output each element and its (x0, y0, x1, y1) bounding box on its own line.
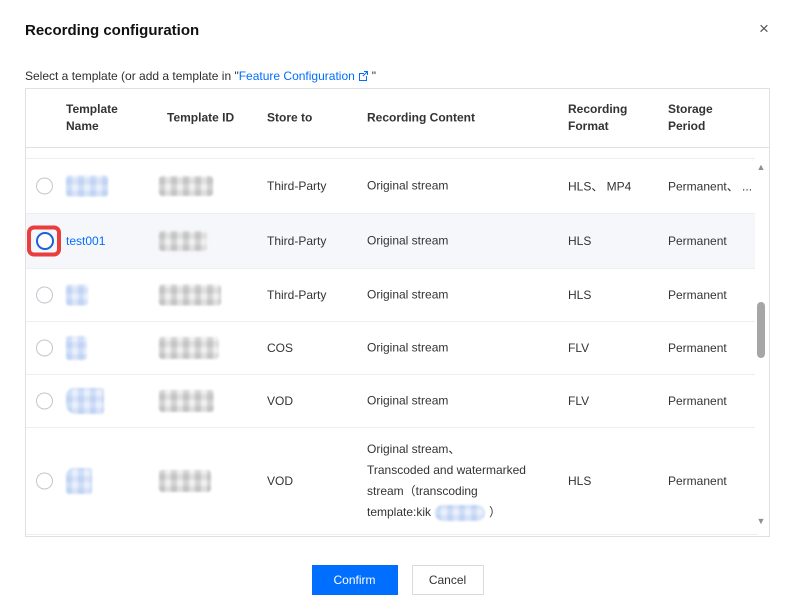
redacted-template-name (66, 388, 104, 414)
intro-text-after: " (372, 69, 376, 83)
cell-storage-period: Permanent、 ... (668, 178, 768, 195)
table-row[interactable]: Third-PartyOriginal streamHLSPermanent (26, 269, 758, 322)
redacted-template-id (159, 337, 219, 359)
redacted-template-id (159, 390, 214, 412)
template-radio[interactable] (36, 232, 54, 250)
cell-storage-period: Permanent (668, 288, 768, 302)
cell-recording-content: Original stream (367, 285, 567, 306)
cell-store-to: Third-Party (267, 234, 326, 248)
table-header-row: Template Name Template ID Store to Recordin… (26, 89, 769, 148)
vertical-scrollbar[interactable]: ▲ ▼ (755, 155, 767, 533)
cell-recording-format: HLS、 MP4 (568, 178, 631, 195)
intro-text-before: Select a template (or add a template in … (25, 69, 239, 83)
column-header-storage-period: Storage Period (668, 101, 730, 135)
redacted-template-name (66, 176, 108, 197)
template-radio[interactable] (36, 178, 53, 195)
external-link-icon[interactable] (358, 70, 369, 84)
cell-store-to: Third-Party (267, 179, 326, 193)
cell-recording-content: Original stream (367, 338, 567, 359)
scroll-down-icon[interactable]: ▼ (755, 515, 767, 527)
cell-storage-period: Permanent (668, 341, 768, 355)
scroll-up-icon[interactable]: ▲ (755, 161, 767, 173)
scrollbar-thumb[interactable] (757, 302, 765, 358)
close-icon[interactable]: × (753, 18, 775, 40)
cell-store-to: VOD (267, 474, 293, 488)
template-table: Template Name Template ID Store to Recordin… (25, 88, 770, 537)
redacted-template-id (159, 231, 207, 251)
cell-recording-content: Original stream (367, 231, 567, 252)
cell-recording-format: HLS (568, 234, 591, 248)
column-header-template-id: Template ID (167, 110, 262, 127)
intro-text: Select a template (or add a template in … (25, 69, 376, 84)
column-header-recording-content: Recording Content (367, 110, 547, 127)
table-row[interactable]: VODOriginal streamFLVPermanent (26, 375, 758, 428)
cell-recording-format: HLS (568, 288, 591, 302)
redacted-template-name (66, 336, 87, 360)
template-radio[interactable] (36, 340, 53, 357)
cell-store-to: Third-Party (267, 288, 326, 302)
template-radio[interactable] (36, 473, 53, 490)
cell-store-to: VOD (267, 394, 293, 408)
confirm-button[interactable]: Confirm (312, 565, 398, 595)
cell-recording-format: HLS (568, 474, 591, 488)
redacted-template-name (66, 285, 88, 306)
redacted-template-name (66, 468, 92, 494)
redacted-transcoding-template (435, 505, 485, 521)
recording-configuration-dialog: Recording configuration × Select a templ… (0, 0, 795, 615)
cell-recording-content: Original stream (367, 391, 567, 412)
template-radio[interactable] (36, 287, 53, 304)
cell-recording-format: FLV (568, 341, 589, 355)
cell-storage-period: Permanent (668, 474, 768, 488)
table-body: Third-PartyOriginal streamHLS、 MP4Perman… (26, 148, 758, 535)
column-header-store-to: Store to (267, 110, 357, 127)
cell-store-to: COS (267, 341, 293, 355)
redacted-template-id (159, 285, 221, 306)
cell-recording-content: Original stream (367, 176, 567, 197)
template-name-link[interactable]: test001 (66, 234, 105, 248)
table-row[interactable]: COSOriginal streamFLVPermanent (26, 322, 758, 375)
feature-configuration-link[interactable]: Feature Configuration (239, 69, 355, 83)
cell-storage-period: Permanent (668, 234, 768, 248)
dialog-title: Recording configuration (25, 22, 199, 39)
column-header-template-name: Template Name (66, 101, 138, 135)
template-radio[interactable] (36, 393, 53, 410)
cell-recording-content: Original stream、Transcoded and watermark… (367, 439, 567, 523)
table-row[interactable]: VOD Original stream、Transcoded and waterm… (26, 428, 758, 535)
cell-storage-period: Permanent (668, 394, 768, 408)
table-row[interactable]: test001Third-PartyOriginal streamHLSPerm… (26, 214, 758, 269)
redacted-template-id (159, 176, 213, 196)
dialog-footer: Confirm Cancel (0, 565, 795, 595)
cell-recording-format: FLV (568, 394, 589, 408)
redacted-template-id (159, 470, 211, 492)
scrolled-row-sliver (26, 148, 758, 159)
table-row[interactable]: Third-PartyOriginal streamHLS、 MP4Perman… (26, 159, 758, 214)
column-header-recording-format: Recording Format (568, 101, 643, 135)
cancel-button[interactable]: Cancel (412, 565, 484, 595)
